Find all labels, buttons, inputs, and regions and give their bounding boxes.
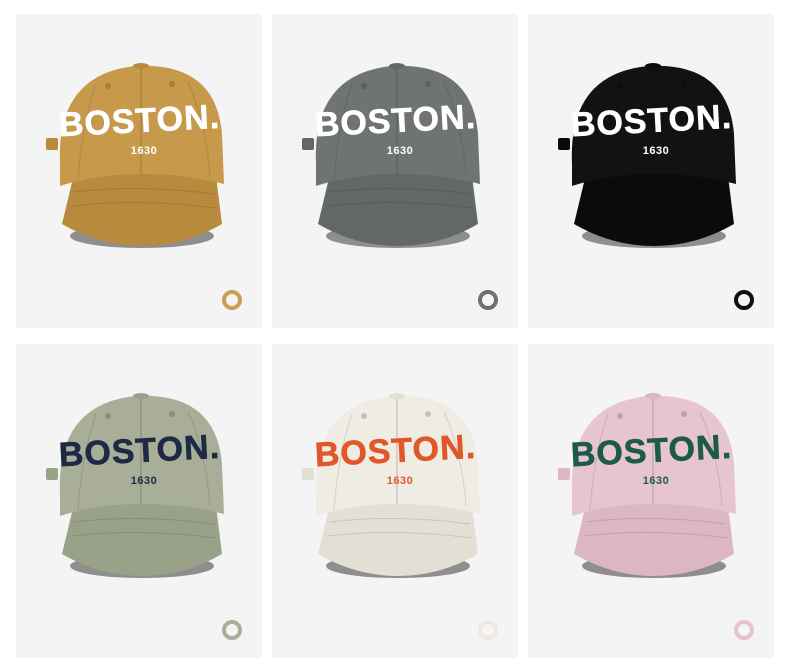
product-card[interactable]: BOSTON. 1630 — [272, 14, 518, 328]
cap-year: 1630 — [643, 145, 669, 157]
cap-image: BOSTON.1630 — [46, 393, 224, 578]
cap-year: 1630 — [387, 145, 413, 157]
product-card[interactable]: BOSTON. 1630 — [272, 344, 518, 658]
color-swatch[interactable] — [222, 290, 242, 310]
cap-year: 1630 — [387, 475, 413, 487]
cap-image: BOSTON.1630 — [302, 393, 480, 578]
color-swatch[interactable] — [734, 290, 754, 310]
cap-year: 1630 — [643, 475, 669, 487]
cap-image: BOSTON.1630 — [302, 63, 480, 248]
color-swatch[interactable] — [734, 620, 754, 640]
product-card[interactable]: BOSTON. 1630 — [16, 14, 262, 328]
product-card[interactable]: BOSTON. 1630 — [16, 344, 262, 658]
product-card[interactable]: BOSTON. 1630 — [528, 14, 774, 328]
cap-year: 1630 — [131, 145, 157, 157]
color-swatch[interactable] — [478, 620, 498, 640]
cap-image: BOSTON.1630 — [558, 63, 736, 248]
product-color-grid: BOSTON. 1630 BOSTON. 1630 BOSTON. 1630 BOSTON.… — [0, 0, 790, 666]
product-card[interactable]: BOSTON. 1630 — [528, 344, 774, 658]
cap-image: BOSTON.1630 — [558, 393, 736, 578]
cap-year: 1630 — [131, 475, 157, 487]
color-swatch[interactable] — [478, 290, 498, 310]
color-swatch[interactable] — [222, 620, 242, 640]
cap-image: BOSTON.1630 — [46, 63, 224, 248]
